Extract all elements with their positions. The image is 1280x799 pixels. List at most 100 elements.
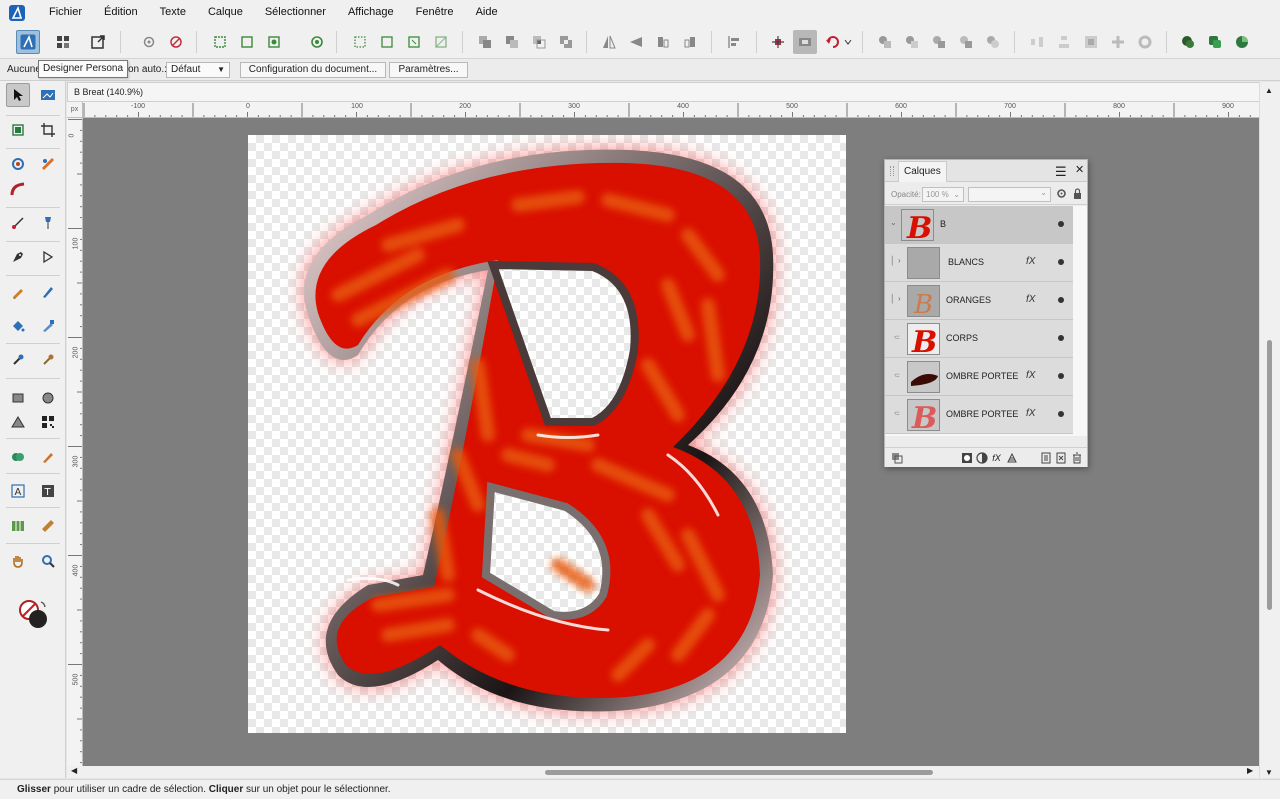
rotate-left-icon[interactable] xyxy=(651,30,675,54)
add-layer-icon[interactable] xyxy=(1039,451,1052,464)
layer-row-b[interactable]: ⌄ B B xyxy=(885,206,1073,244)
eyedropper-tool-icon[interactable] xyxy=(6,348,30,372)
arrange-cross-icon[interactable] xyxy=(1106,30,1130,54)
layer-row-ombre-portee-1[interactable]: ⸦ OMBRE PORTEE fX xyxy=(885,358,1073,396)
measure-tool-icon[interactable] xyxy=(36,514,60,538)
menu-edition[interactable]: Édition xyxy=(93,0,149,25)
ellipse-tool-icon[interactable] xyxy=(36,386,60,410)
artboard[interactable] xyxy=(248,135,846,733)
color-manager-icon[interactable] xyxy=(1230,30,1254,54)
menu-affichage[interactable]: Affichage xyxy=(337,0,405,25)
align-center-icon[interactable] xyxy=(375,30,399,54)
point-transform-icon[interactable] xyxy=(36,245,60,269)
visibility-dot-icon[interactable] xyxy=(1058,297,1064,303)
color-picker-icon[interactable] xyxy=(36,348,60,372)
node-tool-icon[interactable] xyxy=(6,118,30,142)
menu-texte[interactable]: Texte xyxy=(149,0,197,25)
assistant-icon[interactable] xyxy=(1176,30,1200,54)
preferences-button[interactable]: Paramètres... xyxy=(389,62,468,78)
frame-text-tool-icon[interactable]: A xyxy=(6,479,30,503)
visibility-dot-icon[interactable] xyxy=(1058,221,1064,227)
horizontal-scrollbar[interactable]: ◀ ▶ xyxy=(67,766,1259,778)
table-tool-icon[interactable] xyxy=(6,514,30,538)
crop-tool-icon[interactable] xyxy=(36,118,60,142)
arrange-circle-icon[interactable] xyxy=(1133,30,1157,54)
fx-icon[interactable]: fX xyxy=(1026,294,1035,305)
align-left-icon[interactable] xyxy=(348,30,372,54)
distribute-horizontal-icon[interactable] xyxy=(1025,30,1049,54)
settings-gear-icon[interactable] xyxy=(137,30,161,54)
layer-settings-gear-icon[interactable] xyxy=(1056,188,1067,202)
flip-horizontal-icon[interactable] xyxy=(597,30,621,54)
rectangle-tool-icon[interactable] xyxy=(6,386,30,410)
fill-tool-icon[interactable] xyxy=(6,152,30,176)
menu-fenetre[interactable]: Fenêtre xyxy=(405,0,465,25)
stack-back-icon[interactable] xyxy=(954,30,978,54)
scroll-up-icon[interactable]: ▲ xyxy=(1265,86,1273,95)
opacity-field[interactable]: 100 % ⌄ xyxy=(922,187,964,202)
document-setup-button[interactable]: Configuration du document... xyxy=(240,62,386,78)
layers-options-icon[interactable] xyxy=(890,451,903,464)
move-tool-icon[interactable] xyxy=(6,83,30,107)
visibility-dot-icon[interactable] xyxy=(1058,335,1064,341)
layers-tab[interactable]: Calques xyxy=(898,161,947,182)
expand-chevron-icon[interactable]: › xyxy=(898,256,901,265)
stack-backward-icon[interactable] xyxy=(927,30,951,54)
panel-grip-icon[interactable] xyxy=(890,166,894,176)
scroll-right-icon[interactable]: ▶ xyxy=(1247,766,1253,775)
scroll-down-icon[interactable]: ▼ xyxy=(1265,768,1273,777)
duplicate-layer-icon[interactable] xyxy=(1054,451,1067,464)
align-options-icon[interactable] xyxy=(722,30,746,54)
fx-icon[interactable]: fX xyxy=(1026,408,1035,419)
adjustment-icon[interactable] xyxy=(975,451,988,464)
visibility-dot-icon[interactable] xyxy=(1058,259,1064,265)
hamburger-menu-icon[interactable]: ☰ xyxy=(1055,164,1067,180)
pixel-persona-icon[interactable] xyxy=(51,30,75,54)
undo-red-icon[interactable] xyxy=(820,30,844,54)
arrange-grid-icon[interactable] xyxy=(1079,30,1103,54)
insert-inside-icon[interactable] xyxy=(793,30,817,54)
pen-tool-icon[interactable] xyxy=(6,245,30,269)
vertical-scrollbar[interactable]: ▲ ▼ xyxy=(1259,82,1280,778)
transform-origin-icon[interactable] xyxy=(208,30,232,54)
show-handles-icon[interactable] xyxy=(262,30,286,54)
layer-row-oranges[interactable]: │ › B ORANGES fX xyxy=(885,282,1073,320)
boolean-subtract-icon[interactable] xyxy=(500,30,524,54)
add-mask-icon[interactable] xyxy=(960,451,973,464)
live-filter-icon[interactable] xyxy=(1005,451,1018,464)
letter-b-artwork[interactable] xyxy=(248,135,846,733)
shape-builder-icon[interactable] xyxy=(6,445,30,469)
flip-vertical-icon[interactable] xyxy=(624,30,648,54)
transparency-tool-icon[interactable] xyxy=(36,152,60,176)
insert-behind-icon[interactable] xyxy=(766,30,790,54)
artboard-tool-icon[interactable] xyxy=(36,83,60,107)
blend-mode-dropdown[interactable]: ⌄ xyxy=(968,187,1051,202)
delete-layer-icon[interactable] xyxy=(1070,451,1083,464)
menu-selectionner[interactable]: Sélectionner xyxy=(254,0,337,25)
lock-icon[interactable] xyxy=(1073,188,1082,202)
qr-code-tool-icon[interactable] xyxy=(36,410,60,434)
horizontal-scroll-thumb[interactable] xyxy=(545,770,933,775)
auto-selection-dropdown[interactable]: Défaut ▼ xyxy=(166,62,230,78)
snapping-icon[interactable] xyxy=(164,30,188,54)
zoom-tool-icon[interactable] xyxy=(36,549,60,573)
visibility-dot-icon[interactable] xyxy=(1058,411,1064,417)
stack-forward-icon[interactable] xyxy=(900,30,924,54)
expand-chevron-icon[interactable]: › xyxy=(898,294,901,303)
bounding-box-icon[interactable] xyxy=(235,30,259,54)
stack-front-icon[interactable] xyxy=(873,30,897,54)
color-swatch-icon[interactable] xyxy=(17,598,49,630)
snapping-manager-icon[interactable] xyxy=(1203,30,1227,54)
export-persona-icon[interactable] xyxy=(86,30,110,54)
boolean-add-icon[interactable] xyxy=(473,30,497,54)
brush-stroke-icon[interactable] xyxy=(36,445,60,469)
align-top-icon[interactable] xyxy=(429,30,453,54)
corner-tool-icon[interactable] xyxy=(6,211,30,235)
visibility-dot-icon[interactable] xyxy=(1058,373,1064,379)
boolean-xor-icon[interactable] xyxy=(554,30,578,54)
scroll-left-icon[interactable]: ◀ xyxy=(71,766,77,775)
menu-aide[interactable]: Aide xyxy=(465,0,509,25)
paint-brush-icon[interactable] xyxy=(36,280,60,304)
fx-icon[interactable]: fX xyxy=(1026,256,1035,267)
layer-row-blancs[interactable]: │ › BLANCS fX xyxy=(885,244,1073,282)
